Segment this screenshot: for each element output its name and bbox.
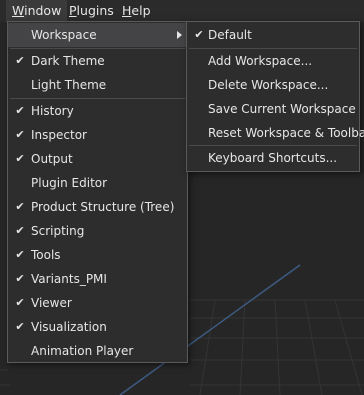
menu-bar: Window Plugins Help [0,0,364,22]
menu-window-mnemonic: W [12,3,25,18]
menu-plugins-label: lugins [76,3,114,18]
menu-item-label: Product Structure (Tree) [31,200,175,214]
menu-item-dark-theme[interactable]: ✔ Dark Theme [8,49,187,73]
menu-item-product-structure[interactable]: ✔ Product Structure (Tree) [8,195,187,219]
check-icon: ✔ [15,320,25,333]
check-icon: ✔ [15,152,25,165]
menu-item-inspector[interactable]: ✔ Inspector [8,123,187,147]
check-icon: ✔ [15,248,25,261]
menu-item-label: Inspector [31,128,87,142]
menu-item-default-workspace[interactable]: ✔ Default [187,23,359,47]
menu-help-label: elp [131,3,151,18]
menu-item-workspace-label: Workspace [31,28,97,42]
menu-item-workspace[interactable]: Workspace [8,23,187,47]
menu-item-label: Tools [31,248,61,262]
check-icon: ✔ [15,272,25,285]
menu-window[interactable]: Window [6,0,68,22]
check-icon: ✔ [194,28,204,41]
menu-window-label: indow [24,3,62,18]
menu-item-label: Scripting [31,224,85,238]
workspace-submenu: ✔ Default Add Workspace... Delete Worksp… [186,21,364,172]
menu-item-reset-workspace[interactable]: Reset Workspace & Toolbar [187,121,364,145]
menu-item-viewer[interactable]: ✔ Viewer [8,291,187,315]
menu-item-delete-workspace[interactable]: Delete Workspace... [187,73,359,97]
menu-item-animation-player[interactable]: Animation Player [8,339,187,363]
menu-item-label: Dark Theme [31,54,105,68]
menu-item-label: Add Workspace... [208,54,313,68]
menu-help[interactable]: Help [122,0,151,22]
menu-item-tools[interactable]: ✔ Tools [8,243,187,267]
menu-item-label: Visualization [31,320,107,334]
menu-item-label: Delete Workspace... [208,78,329,92]
check-icon: ✔ [15,128,25,141]
check-icon: ✔ [15,104,25,117]
menu-item-save-workspace[interactable]: Save Current Workspace [187,97,359,121]
menu-item-label: Plugin Editor [31,176,108,190]
menu-item-variants-pmi[interactable]: ✔ Variants_PMI [8,267,187,291]
menu-item-label: Default [208,28,252,42]
check-icon: ✔ [15,296,25,309]
menu-item-label: Reset Workspace & Toolbar [208,126,364,140]
menu-plugins[interactable]: Plugins [69,0,114,22]
menu-item-scripting[interactable]: ✔ Scripting [8,219,187,243]
menu-item-label: Output [31,152,73,166]
check-icon: ✔ [15,200,25,213]
menu-item-add-workspace[interactable]: Add Workspace... [187,49,359,73]
menu-item-keyboard-shortcuts[interactable]: Keyboard Shortcuts... [187,146,359,170]
menu-item-label: Save Current Workspace [208,102,356,116]
menu-item-light-theme[interactable]: Light Theme [8,73,187,97]
submenu-arrow-icon [177,31,182,39]
menu-item-label: Variants_PMI [31,272,107,286]
menu-item-label: Viewer [31,296,72,310]
check-icon: ✔ [15,224,25,237]
window-menu: Workspace ✔ Dark Theme Light Theme ✔ His… [7,21,188,363]
menu-item-output[interactable]: ✔ Output [8,147,187,171]
menu-item-label: Keyboard Shortcuts... [208,151,338,165]
menu-item-label: Light Theme [31,78,107,92]
menu-item-history[interactable]: ✔ History [8,99,187,123]
menu-plugins-mnemonic: P [69,3,77,18]
menu-item-label: History [31,104,74,118]
check-icon: ✔ [15,54,25,67]
menu-item-visualization[interactable]: ✔ Visualization [8,315,187,339]
menu-item-label: Animation Player [31,344,134,358]
menu-help-mnemonic: H [122,3,132,18]
menu-item-plugin-editor[interactable]: Plugin Editor [8,171,187,195]
